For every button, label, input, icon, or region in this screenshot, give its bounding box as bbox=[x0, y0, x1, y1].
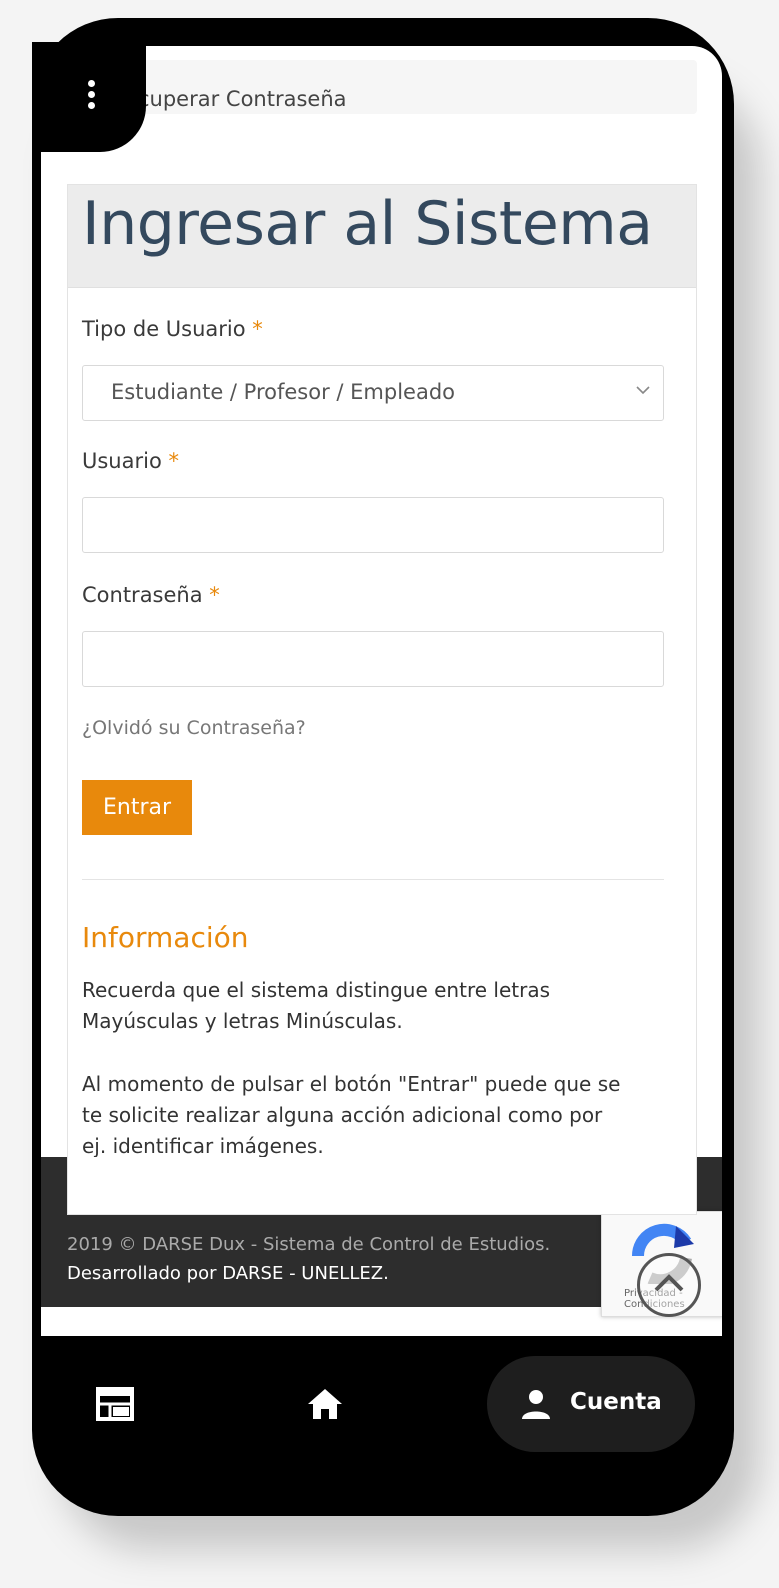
scroll-to-top-button[interactable] bbox=[637, 1253, 701, 1317]
more-vertical-icon bbox=[88, 80, 96, 113]
submit-button[interactable]: Entrar bbox=[82, 780, 192, 835]
footer-copyright: 2019 © DARSE Dux - Sistema de Control de… bbox=[67, 1234, 551, 1255]
footer-credits: Desarrollado por DARSE - UNELLEZ. bbox=[67, 1263, 389, 1284]
nav-calendar[interactable] bbox=[96, 1386, 134, 1426]
divider bbox=[82, 879, 664, 880]
nav-home[interactable] bbox=[306, 1386, 344, 1426]
info-title: Información bbox=[82, 921, 249, 954]
forgot-password-link[interactable]: ¿Olvidó su Contraseña? bbox=[82, 717, 306, 739]
user-type-label: Tipo de Usuario * bbox=[82, 317, 263, 341]
home-icon bbox=[308, 1389, 342, 1419]
username-label: Usuario * bbox=[82, 449, 179, 473]
chevron-up-icon bbox=[654, 1274, 684, 1292]
info-paragraph-2: Al momento de pulsar el botón "Entrar" p… bbox=[82, 1072, 621, 1158]
login-card: Ingresar al Sistema Tipo de Usuario * Es… bbox=[67, 184, 697, 1216]
user-type-select[interactable]: Estudiante / Profesor / Empleado bbox=[82, 365, 664, 421]
username-input[interactable] bbox=[82, 497, 664, 553]
screen: cuperar Contraseña Ingresar al Sistema T… bbox=[41, 46, 722, 1336]
required-mark: * bbox=[209, 583, 220, 607]
person-icon bbox=[522, 1390, 550, 1419]
info-paragraph-1: Recuerda que el sistema distingue entre … bbox=[82, 978, 550, 1033]
required-mark: * bbox=[168, 449, 180, 473]
bottom-nav: Cuenta bbox=[32, 1336, 734, 1516]
page-title: Ingresar al Sistema bbox=[82, 189, 653, 259]
password-input[interactable] bbox=[82, 631, 664, 687]
password-label: Contraseña * bbox=[82, 583, 220, 607]
chevron-down-icon bbox=[636, 386, 650, 395]
nav-account[interactable]: Cuenta bbox=[487, 1356, 695, 1452]
card-bottom bbox=[67, 1157, 697, 1215]
required-mark: * bbox=[252, 317, 263, 341]
nav-account-label: Cuenta bbox=[570, 1389, 662, 1415]
breadcrumb-link[interactable]: cuperar Contraseña bbox=[138, 87, 347, 111]
card-header: Ingresar al Sistema bbox=[68, 185, 696, 288]
calendar-icon bbox=[96, 1387, 134, 1421]
user-type-selected: Estudiante / Profesor / Empleado bbox=[111, 380, 456, 404]
menu-button[interactable] bbox=[32, 42, 146, 152]
